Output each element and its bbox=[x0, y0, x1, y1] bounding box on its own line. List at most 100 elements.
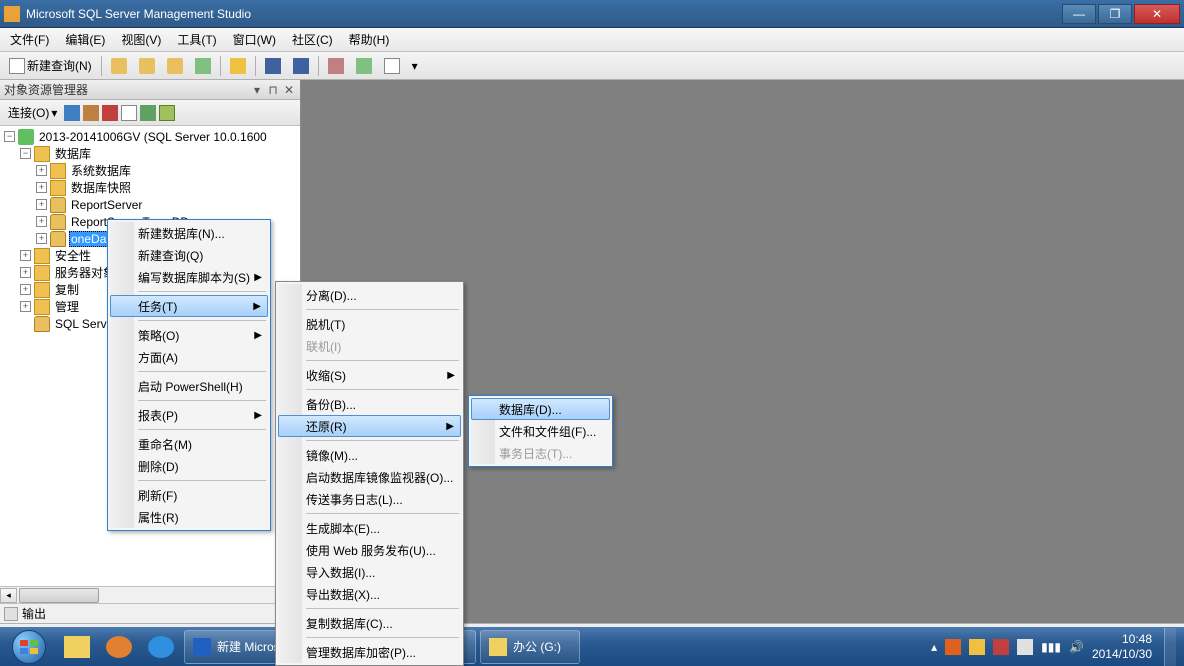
start-button[interactable] bbox=[2, 628, 56, 666]
menu-item[interactable]: 策略(O)▶ bbox=[110, 324, 268, 346]
menu-item[interactable]: 收缩(S)▶ bbox=[278, 364, 461, 386]
menu-item[interactable]: 启动数据库镜像监视器(O)... bbox=[278, 466, 461, 488]
menu-item[interactable]: 数据库(D)... bbox=[471, 398, 610, 420]
filter-icon[interactable] bbox=[121, 105, 137, 121]
pinned-ie[interactable] bbox=[141, 630, 181, 664]
menu-item[interactable]: 传送事务日志(L)... bbox=[278, 488, 461, 510]
show-desktop-button[interactable] bbox=[1164, 628, 1176, 666]
expand-icon[interactable]: + bbox=[36, 233, 47, 244]
menu-item[interactable]: 方面(A) bbox=[110, 346, 268, 368]
menu-item[interactable]: 生成脚本(E)... bbox=[278, 517, 461, 539]
new-query-button[interactable]: 新建查询(N) bbox=[4, 55, 97, 77]
expand-icon[interactable]: + bbox=[36, 199, 47, 210]
output-tab[interactable]: 输出 bbox=[0, 603, 300, 623]
tb-btn-2[interactable] bbox=[134, 55, 160, 77]
expand-icon[interactable]: + bbox=[36, 216, 47, 227]
pinned-explorer[interactable] bbox=[57, 630, 97, 664]
tray-icon[interactable] bbox=[945, 639, 961, 655]
tree-databases-folder[interactable]: −数据库 bbox=[0, 145, 300, 162]
tb-btn-4[interactable] bbox=[190, 55, 216, 77]
tb-list-button[interactable] bbox=[379, 55, 405, 77]
menu-item[interactable]: 脱机(T) bbox=[278, 313, 461, 335]
tb-activity-button[interactable] bbox=[323, 55, 349, 77]
tree-db-snapshots[interactable]: +数据库快照 bbox=[0, 179, 300, 196]
maximize-button[interactable]: ❐ bbox=[1098, 4, 1132, 24]
network-icon[interactable]: ▮▮▮ bbox=[1041, 640, 1061, 654]
menu-item[interactable]: 重命名(M) bbox=[110, 433, 268, 455]
tray-icon[interactable] bbox=[993, 639, 1009, 655]
expand-icon[interactable]: + bbox=[36, 165, 47, 176]
menu-item[interactable]: 编写数据库脚本为(S)▶ bbox=[110, 266, 268, 288]
tray-up-icon[interactable]: ▴ bbox=[931, 640, 937, 654]
disconnect-icon[interactable] bbox=[83, 105, 99, 121]
expand-icon[interactable]: + bbox=[20, 284, 31, 295]
menu-item[interactable]: 使用 Web 服务发布(U)... bbox=[278, 539, 461, 561]
explorer-icon bbox=[64, 636, 90, 658]
tree-system-databases[interactable]: +系统数据库 bbox=[0, 162, 300, 179]
tb-saveall-button[interactable] bbox=[288, 55, 314, 77]
horizontal-scrollbar[interactable]: ◂ ▸ bbox=[0, 586, 300, 603]
registered-servers-icon[interactable] bbox=[159, 105, 175, 121]
tree-server-node[interactable]: −2013-20141006GV (SQL Server 10.0.1600 bbox=[0, 128, 300, 145]
menu-file[interactable]: 文件(F) bbox=[2, 28, 57, 51]
menu-item[interactable]: 刷新(F) bbox=[110, 484, 268, 506]
menu-item[interactable]: 新建查询(Q) bbox=[110, 244, 268, 266]
expand-icon[interactable]: + bbox=[20, 301, 31, 312]
tb-reg-button[interactable] bbox=[351, 55, 377, 77]
tb-open-button[interactable] bbox=[225, 55, 251, 77]
tray-icon[interactable] bbox=[969, 639, 985, 655]
taskbar-item-folder[interactable]: 办公 (G:) bbox=[480, 630, 580, 664]
tb-save-button[interactable] bbox=[260, 55, 286, 77]
menu-window[interactable]: 窗口(W) bbox=[225, 28, 284, 51]
tray-icon[interactable] bbox=[1017, 639, 1033, 655]
menu-item[interactable]: 报表(P)▶ bbox=[110, 404, 268, 426]
menu-item[interactable]: 分离(D)... bbox=[278, 284, 461, 306]
menu-item[interactable]: 启动 PowerShell(H) bbox=[110, 375, 268, 397]
menu-item[interactable]: 属性(R) bbox=[110, 506, 268, 528]
scroll-left-icon[interactable]: ◂ bbox=[0, 588, 17, 603]
expand-icon[interactable]: + bbox=[20, 267, 31, 278]
scrollbar-thumb[interactable] bbox=[19, 588, 99, 603]
close-panel-icon[interactable]: ✕ bbox=[282, 83, 296, 97]
menu-item[interactable]: 备份(B)... bbox=[278, 393, 461, 415]
stop-icon[interactable] bbox=[102, 105, 118, 121]
volume-icon[interactable]: 🔊 bbox=[1069, 640, 1084, 654]
connect-dropdown[interactable]: 连接(O)▾ bbox=[4, 102, 61, 123]
menu-item[interactable]: 文件和文件组(F)... bbox=[471, 420, 610, 442]
menu-item[interactable]: 新建数据库(N)... bbox=[110, 222, 268, 244]
tb-db-button[interactable] bbox=[106, 55, 132, 77]
submenu-arrow-icon: ▶ bbox=[254, 410, 262, 421]
menu-item[interactable]: 删除(D) bbox=[110, 455, 268, 477]
menu-item[interactable]: 还原(R)▶ bbox=[278, 415, 461, 437]
pinned-mediaplayer[interactable] bbox=[99, 630, 139, 664]
dropdown-icon[interactable]: ▾ bbox=[250, 83, 264, 97]
menu-help[interactable]: 帮助(H) bbox=[341, 28, 398, 51]
tree-db-reportserver[interactable]: +ReportServer bbox=[0, 196, 300, 213]
tb-btn-3[interactable] bbox=[162, 55, 188, 77]
menu-item-label: 传送事务日志(L)... bbox=[306, 491, 403, 508]
submenu-arrow-icon: ▶ bbox=[447, 370, 455, 381]
expand-icon[interactable]: + bbox=[20, 250, 31, 261]
menu-item[interactable]: 管理数据库加密(P)... bbox=[278, 641, 461, 663]
menu-item[interactable]: 镜像(M)... bbox=[278, 444, 461, 466]
menu-edit[interactable]: 编辑(E) bbox=[57, 28, 113, 51]
activity-icon bbox=[328, 58, 344, 74]
menu-item[interactable]: 导出数据(X)... bbox=[278, 583, 461, 605]
taskbar-clock[interactable]: 10:48 2014/10/30 bbox=[1092, 632, 1152, 661]
menu-item[interactable]: 导入数据(I)... bbox=[278, 561, 461, 583]
tb-end-button[interactable]: ▾ bbox=[407, 55, 423, 77]
expand-icon[interactable]: + bbox=[36, 182, 47, 193]
pin-icon[interactable]: ⊓ bbox=[266, 83, 280, 97]
menu-community[interactable]: 社区(C) bbox=[284, 28, 341, 51]
collapse-icon[interactable]: − bbox=[4, 131, 15, 142]
collapse-icon[interactable]: − bbox=[20, 148, 31, 159]
menu-view[interactable]: 视图(V) bbox=[113, 28, 169, 51]
menu-item-label: 方面(A) bbox=[138, 349, 178, 366]
refresh-icon[interactable] bbox=[140, 105, 156, 121]
menu-tools[interactable]: 工具(T) bbox=[169, 28, 224, 51]
connect-icon[interactable] bbox=[64, 105, 80, 121]
close-button[interactable]: ✕ bbox=[1134, 4, 1180, 24]
menu-item[interactable]: 复制数据库(C)... bbox=[278, 612, 461, 634]
menu-item[interactable]: 任务(T)▶ bbox=[110, 295, 268, 317]
minimize-button[interactable]: — bbox=[1062, 4, 1096, 24]
